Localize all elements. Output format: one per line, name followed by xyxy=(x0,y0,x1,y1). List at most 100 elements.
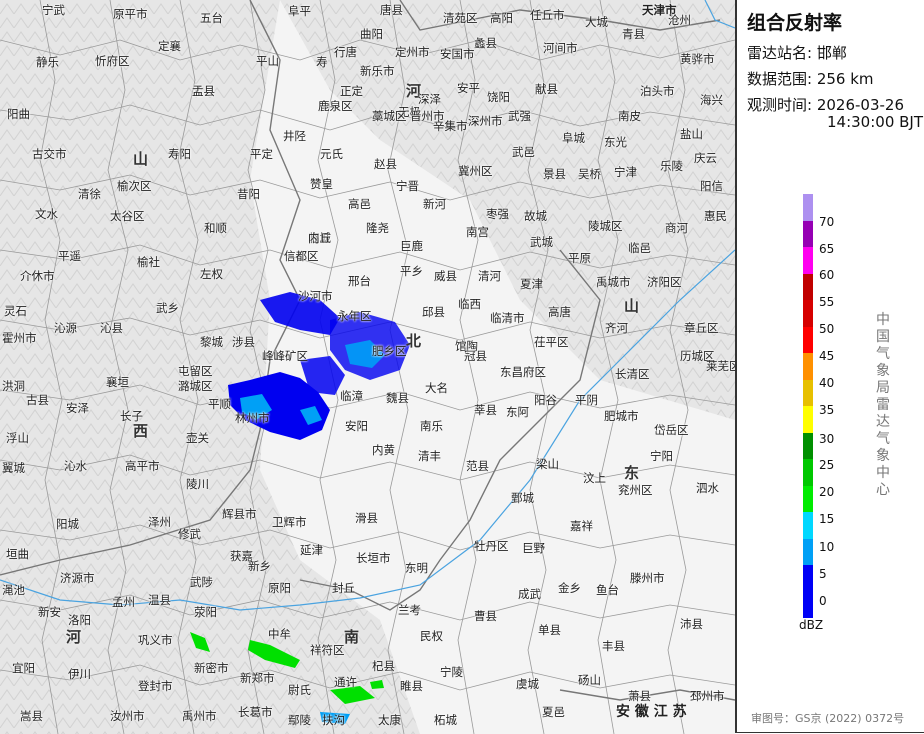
city-label: 鄄城 xyxy=(511,491,534,505)
city-label: 高唐 xyxy=(548,305,571,319)
city-label: 宜阳 xyxy=(12,661,35,675)
city-label: 孟州 xyxy=(112,595,135,609)
city-label: 成武 xyxy=(518,587,541,601)
city-label: 柘城 xyxy=(434,713,457,727)
city-label: 赵县 xyxy=(374,157,397,171)
city-label: 长垣市 xyxy=(356,551,391,565)
city-label: 新密市 xyxy=(194,661,229,675)
city-label: 肥城市 xyxy=(604,409,639,423)
city-label: 汝州市 xyxy=(110,709,145,723)
legend-tick: 45 xyxy=(819,349,835,363)
city-label: 武乡 xyxy=(156,301,179,315)
province-label-shandong: 东 xyxy=(624,464,640,482)
city-label: 南乐 xyxy=(420,419,443,433)
city-label: 莱芜区 xyxy=(706,359,735,373)
city-label: 任丘市 xyxy=(530,8,565,22)
city-label: 齐河 xyxy=(605,321,628,335)
city-label: 临邑 xyxy=(628,241,651,255)
city-label: 冠县 xyxy=(464,349,487,363)
city-label: 涉县 xyxy=(232,335,255,349)
city-label: 单县 xyxy=(538,623,561,637)
city-label: 邢台 xyxy=(348,274,371,288)
city-label: 安国市 xyxy=(440,47,475,61)
city-label: 邳州市 xyxy=(690,689,725,703)
city-label: 东光 xyxy=(604,135,627,149)
city-label: 肥乡区 xyxy=(372,344,407,358)
city-label: 忻府区 xyxy=(95,54,130,68)
city-label: 高邑 xyxy=(348,197,371,211)
city-label: 故城 xyxy=(524,209,547,223)
city-label: 元氏 xyxy=(320,147,343,161)
city-label: 长清区 xyxy=(615,367,650,381)
city-label: 祥符区 xyxy=(310,643,345,657)
city-label: 沧州 xyxy=(668,13,691,27)
city-label: 东阿 xyxy=(506,405,529,419)
city-label: 安平 xyxy=(457,81,480,95)
city-label: 梁山 xyxy=(536,457,559,471)
city-label: 济源市 xyxy=(60,571,95,585)
city-label: 高平市 xyxy=(125,459,160,473)
city-label: 宁武 xyxy=(42,3,65,17)
legend-tick: 40 xyxy=(819,376,835,390)
city-label: 赞皇 xyxy=(310,177,333,191)
city-label: 新郑市 xyxy=(240,671,275,685)
city-label: 巨野 xyxy=(522,541,545,555)
radar-map[interactable]: 山 西 河 北 山 东 河 南 安 徽 江 苏 天津市 宁武 原平市 五台 阜平… xyxy=(0,0,735,734)
city-label: 渑池 xyxy=(2,583,25,597)
city-label: 阜平 xyxy=(288,4,311,18)
time-date: 2026-03-26 xyxy=(816,96,905,114)
city-label: 禹城市 xyxy=(596,275,631,289)
city-label: 井陉 xyxy=(283,129,306,143)
city-label: 延津 xyxy=(300,543,323,557)
legend-swatch xyxy=(803,485,813,512)
city-label: 陵城区 xyxy=(588,219,623,233)
city-label: 泊头市 xyxy=(640,84,675,98)
range-label: 数据范围: xyxy=(747,70,813,88)
legend-unit: dBZ xyxy=(799,618,824,632)
city-label: 襄垣 xyxy=(106,375,129,389)
city-label: 林州市 xyxy=(235,411,270,425)
city-label: 兖州区 xyxy=(618,483,653,497)
city-label: 吴桥 xyxy=(578,167,601,181)
city-label: 伊川 xyxy=(68,667,91,681)
city-label: 金乡 xyxy=(558,581,581,595)
city-label: 原阳 xyxy=(268,581,291,595)
legend-tick: 60 xyxy=(819,268,835,282)
legend-tick: 10 xyxy=(819,540,835,554)
legend-swatch xyxy=(803,432,813,459)
legend-tick: 65 xyxy=(819,242,835,256)
city-label: 黎城 xyxy=(200,335,223,349)
city-label: 夏邑 xyxy=(542,705,565,719)
time-clock: 14:30:00 BJT xyxy=(827,113,924,131)
city-label: 扶沟 xyxy=(322,713,345,727)
city-label: 阳曲 xyxy=(7,107,30,121)
legend-tick: 70 xyxy=(819,215,835,229)
city-label: 清河 xyxy=(478,269,501,283)
city-label: 高阳 xyxy=(490,11,513,25)
city-label: 榆次区 xyxy=(117,179,152,193)
city-label: 永年区 xyxy=(337,309,372,323)
city-label: 新安 xyxy=(38,605,61,619)
city-label: 禹州市 xyxy=(182,709,217,723)
city-label: 新乡 xyxy=(248,559,271,573)
city-label: 唐县 xyxy=(380,3,403,17)
city-label: 泗水 xyxy=(696,481,719,495)
city-label: 隆尧 xyxy=(366,221,389,235)
city-label: 鄢陵 xyxy=(288,713,311,727)
city-label: 屯留区 xyxy=(178,364,213,378)
legend-swatch xyxy=(803,220,813,247)
city-label: 沛县 xyxy=(680,617,703,631)
legend-tick: 25 xyxy=(819,458,835,472)
city-label: 榆社 xyxy=(137,255,160,269)
city-label: 登封市 xyxy=(138,679,173,693)
city-label: 辛集市 xyxy=(433,119,468,133)
city-label: 威县 xyxy=(434,269,457,283)
city-label: 沁县 xyxy=(100,321,123,335)
city-label: 南皮 xyxy=(618,109,641,123)
city-label: 海兴 xyxy=(700,93,723,107)
city-label: 长子 xyxy=(120,409,143,423)
city-label: 翼城 xyxy=(2,461,25,475)
station-row: 雷达站名: 邯郸 xyxy=(747,42,847,63)
city-label: 莘县 xyxy=(474,403,497,417)
city-label: 嵩县 xyxy=(20,709,43,723)
